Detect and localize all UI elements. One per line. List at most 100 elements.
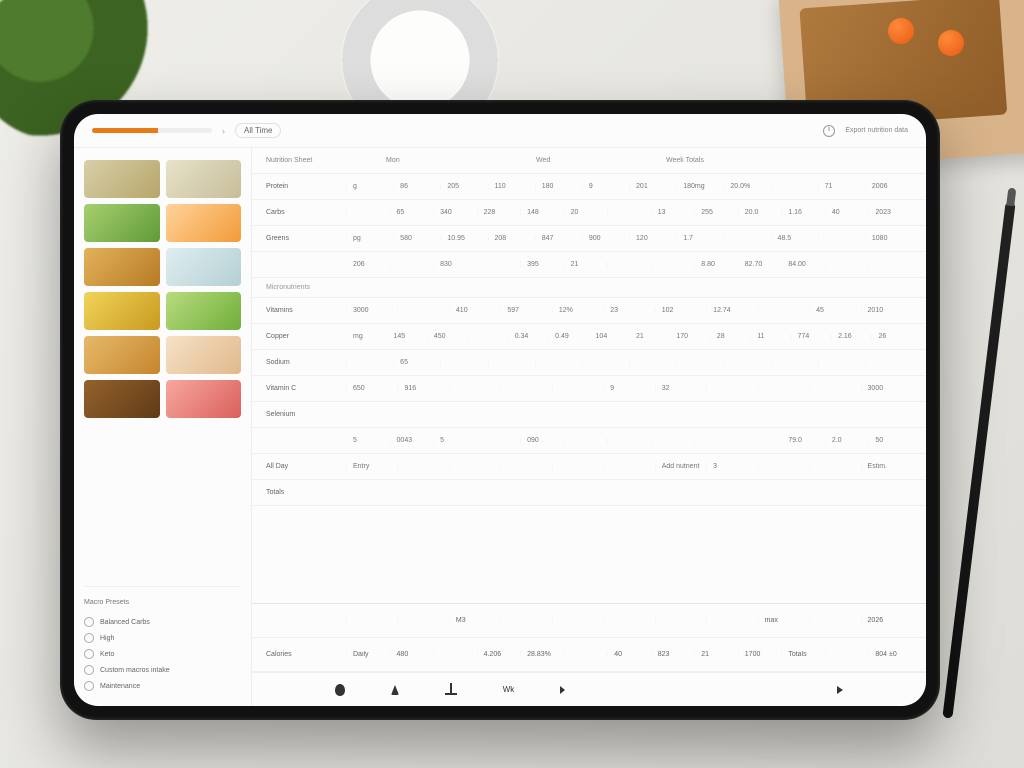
cell[interactable]: 2.16	[831, 333, 871, 340]
cell[interactable]	[723, 235, 770, 242]
cell[interactable]	[397, 617, 448, 624]
cell[interactable]	[607, 209, 651, 216]
cell[interactable]	[706, 617, 757, 624]
cell[interactable]	[655, 617, 706, 624]
cell[interactable]: M3	[449, 617, 500, 624]
cell[interactable]	[467, 333, 507, 340]
cell[interactable]	[477, 437, 521, 444]
cell[interactable]: 1.16	[781, 209, 825, 216]
cell[interactable]: 3000	[346, 307, 397, 314]
progress-bar[interactable]	[92, 128, 212, 133]
sidebar-item[interactable]: Balanced Carbs	[84, 614, 241, 630]
cell[interactable]: 2006	[865, 183, 912, 190]
cell[interactable]: 804 ±0	[868, 651, 912, 658]
cell[interactable]	[651, 437, 695, 444]
cell[interactable]: 82.70	[738, 261, 782, 268]
table-row[interactable]: Vitamin C6509169323000	[252, 376, 926, 402]
cell[interactable]: 3000	[861, 385, 912, 392]
cell[interactable]	[676, 359, 723, 366]
cell[interactable]	[346, 209, 390, 216]
cell[interactable]: 205	[440, 183, 487, 190]
cell[interactable]	[629, 359, 676, 366]
cell[interactable]: 090	[520, 437, 564, 444]
cell[interactable]: 120	[629, 235, 676, 242]
cell[interactable]: Daily	[346, 651, 390, 658]
table-row[interactable]: Totals	[252, 480, 926, 506]
cell[interactable]: 20	[564, 209, 608, 216]
cell[interactable]	[397, 463, 448, 470]
cell[interactable]: Totals	[781, 651, 825, 658]
cell[interactable]: 28	[710, 333, 750, 340]
food-thumb[interactable]	[166, 248, 242, 286]
cell[interactable]: Add nutrient	[655, 463, 706, 470]
cell[interactable]: 65	[393, 359, 440, 366]
cell[interactable]: 13	[651, 209, 695, 216]
cell[interactable]	[738, 437, 782, 444]
cell[interactable]: 5	[346, 437, 390, 444]
cell[interactable]	[809, 617, 860, 624]
cell[interactable]	[433, 651, 477, 658]
col-header[interactable]: Nutrition Sheet	[266, 157, 386, 164]
cell[interactable]: 1.7	[676, 235, 723, 242]
cell[interactable]	[825, 651, 869, 658]
cell[interactable]	[397, 307, 448, 314]
cell[interactable]	[564, 651, 608, 658]
food-thumb[interactable]	[84, 204, 160, 242]
cell[interactable]	[390, 261, 434, 268]
cell[interactable]: 208	[488, 235, 535, 242]
cell[interactable]: Entry	[346, 463, 397, 470]
cell[interactable]: 21	[564, 261, 608, 268]
food-thumb[interactable]	[166, 160, 242, 198]
cell[interactable]: 2010	[861, 307, 912, 314]
cell[interactable]: 8.80	[694, 261, 738, 268]
cell[interactable]: 102	[655, 307, 706, 314]
cell[interactable]	[603, 463, 654, 470]
cell[interactable]: 0.34	[508, 333, 548, 340]
cell[interactable]: 180	[535, 183, 582, 190]
table-row[interactable]: Vitamins300041059712%2310212.74452010	[252, 298, 926, 324]
cell[interactable]	[771, 183, 818, 190]
cell[interactable]	[500, 617, 551, 624]
cell[interactable]: 4.206	[477, 651, 521, 658]
cell[interactable]	[552, 617, 603, 624]
table-row[interactable]: Selenium	[252, 402, 926, 428]
cell[interactable]: 2023	[868, 209, 912, 216]
cell[interactable]: 12.74	[706, 307, 757, 314]
cell[interactable]: 395	[520, 261, 564, 268]
cell[interactable]: 340	[433, 209, 477, 216]
cell[interactable]	[477, 261, 521, 268]
cell[interactable]	[500, 385, 551, 392]
table-row[interactable]: Proteing862051101809201180mg20.0%712006	[252, 174, 926, 200]
cell[interactable]	[488, 359, 535, 366]
cell[interactable]: pg	[346, 235, 393, 242]
cell[interactable]: 900	[582, 235, 629, 242]
cell[interactable]: 170	[669, 333, 709, 340]
cell[interactable]: 26	[871, 333, 911, 340]
cell[interactable]: 5	[433, 437, 477, 444]
cell[interactable]	[868, 261, 912, 268]
cell[interactable]: 145	[386, 333, 426, 340]
cell[interactable]: max	[758, 617, 809, 624]
cell[interactable]: 1080	[865, 235, 912, 242]
cell[interactable]: 580	[393, 235, 440, 242]
cell[interactable]	[603, 617, 654, 624]
cell[interactable]	[552, 463, 603, 470]
cell[interactable]	[552, 385, 603, 392]
cell[interactable]: 110	[488, 183, 535, 190]
cell[interactable]: 228	[477, 209, 521, 216]
cell[interactable]: 201	[629, 183, 676, 190]
cell[interactable]: 50	[868, 437, 912, 444]
cell[interactable]	[758, 463, 809, 470]
table-row[interactable]: CaloriesDaily4804.20628.83%40823211700To…	[252, 638, 926, 672]
food-thumb[interactable]	[84, 160, 160, 198]
export-link[interactable]: Export nutrition data	[845, 127, 908, 134]
table-row[interactable]: Greenspg58010.952088479001201.748.51080	[252, 226, 926, 252]
sidebar-item[interactable]: Maintenance	[84, 678, 241, 694]
cell[interactable]	[346, 617, 397, 624]
col-header[interactable]: Mon	[386, 157, 536, 164]
cell[interactable]: 206	[346, 261, 390, 268]
cell[interactable]: 9	[603, 385, 654, 392]
cell[interactable]: 86	[393, 183, 440, 190]
cell[interactable]: 21	[629, 333, 669, 340]
table-row[interactable]: 50043509079.02.050	[252, 428, 926, 454]
